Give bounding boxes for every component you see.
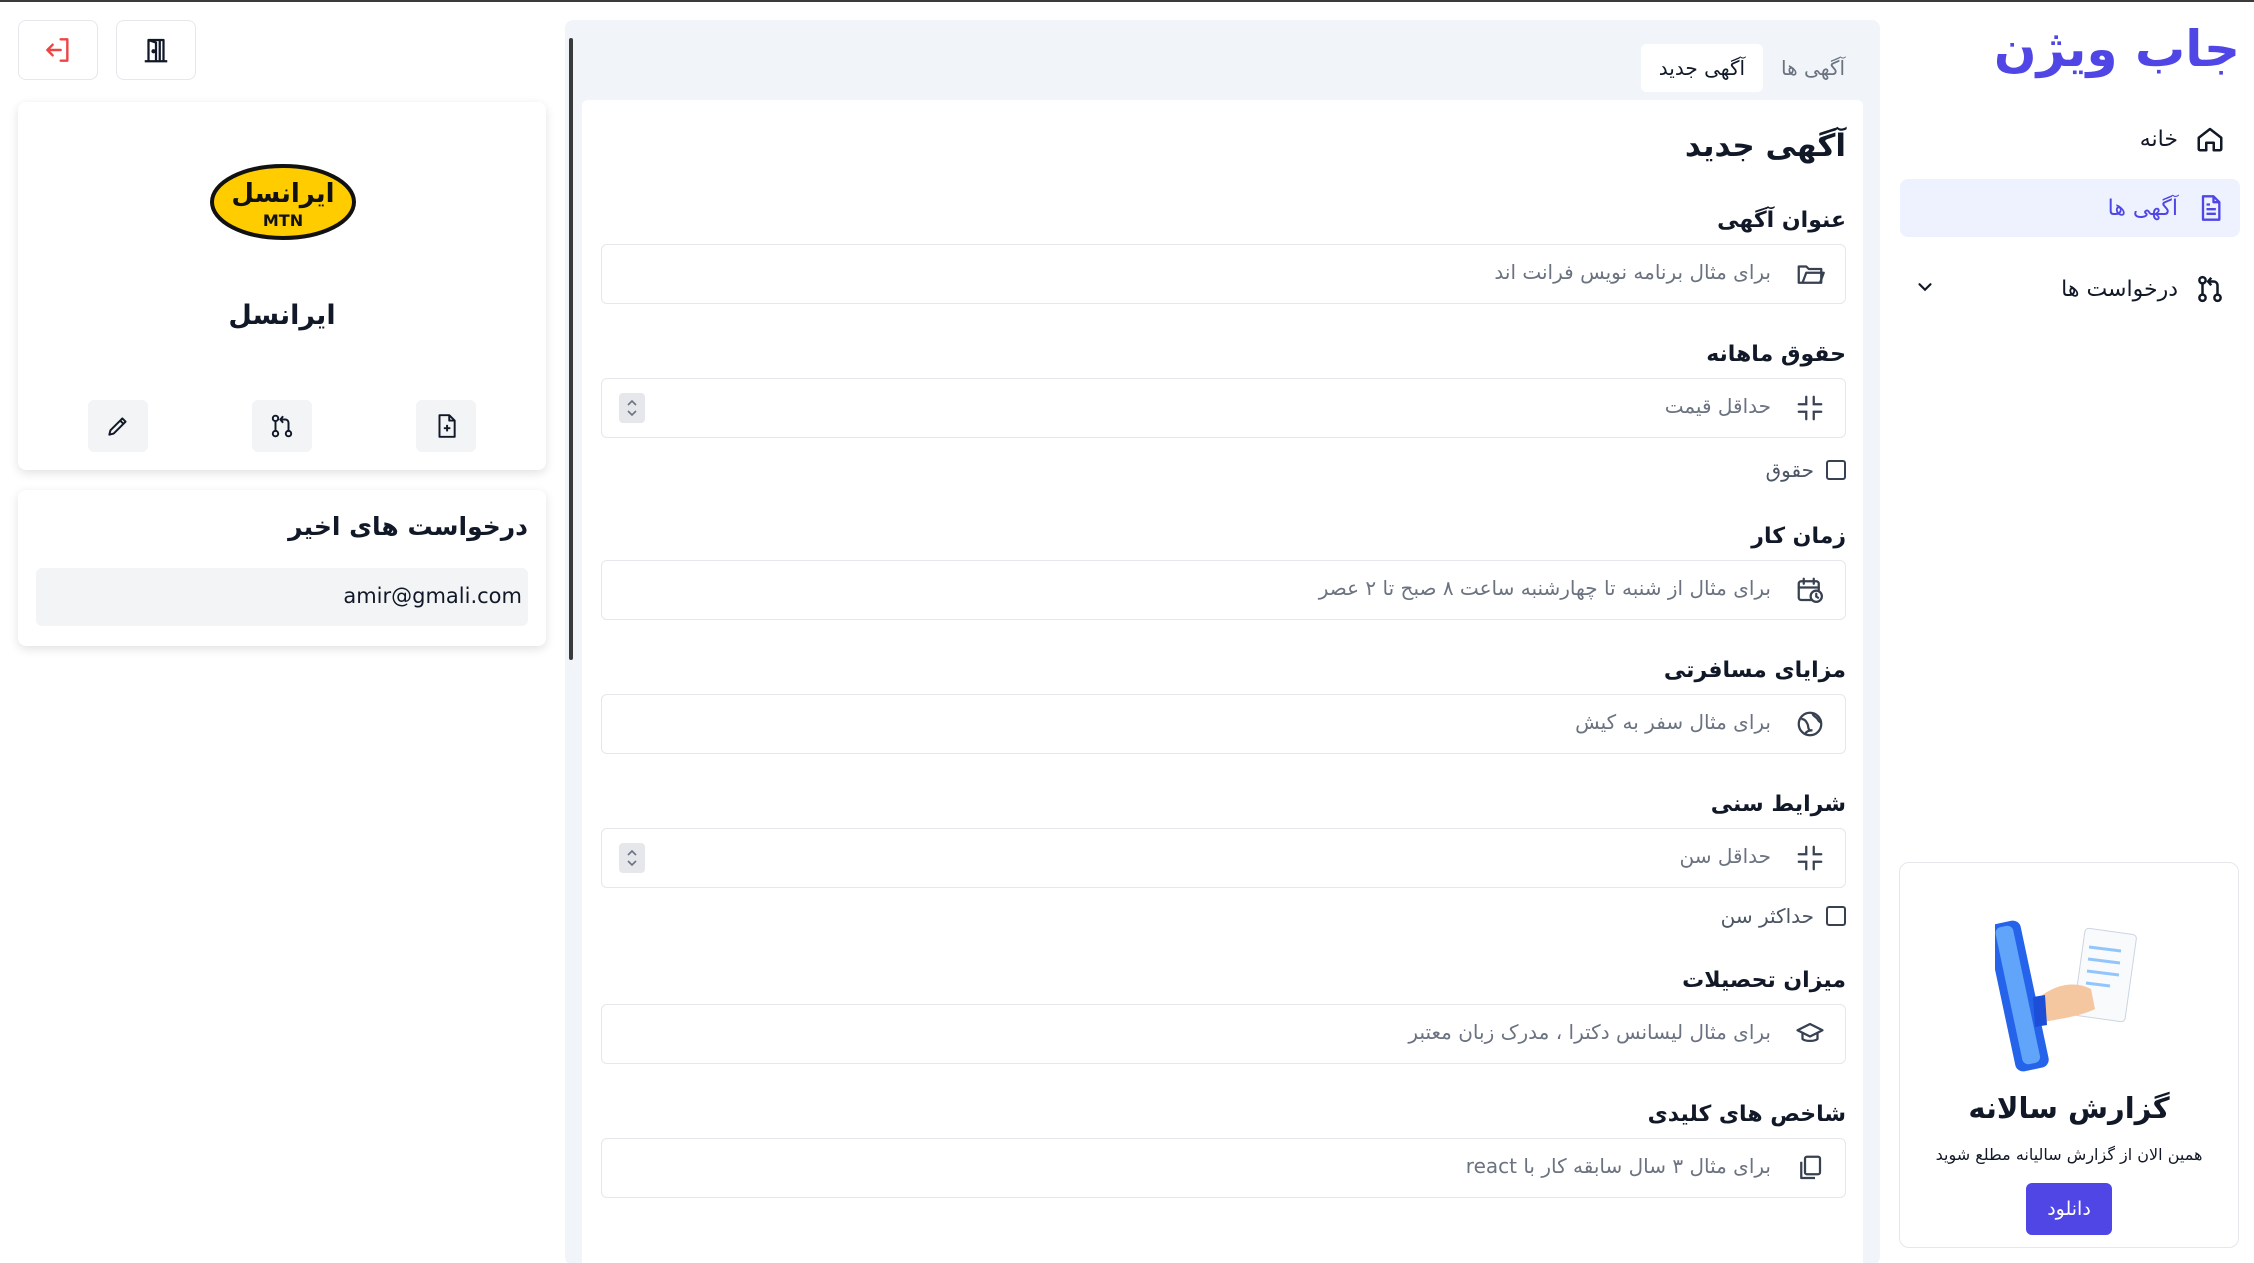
recent-requests-card: درخواست های اخیر amir@gmali.com [18,490,546,646]
placeholder: برای مثال لیسانس دکترا ، مدرک زبان معتبر [1408,1020,1771,1044]
pull-request-icon [269,413,295,439]
company-name: ایرانسل [228,300,336,331]
placeholder: حداقل قیمت [1664,394,1771,418]
field-label-travel: مزایای مسافرتی [1663,658,1846,683]
ad-title-input[interactable]: برای مثال برنامه نویس فرانت اند [601,244,1846,304]
field-label-title: عنوان آگهی [1717,208,1846,233]
add-file-button[interactable] [416,400,476,452]
app-logo[interactable]: جاب ویژن [1994,20,2241,78]
field-label-kpi: شاخص های کلیدی [1647,1102,1846,1127]
recent-requests-title: درخواست های اخیر [288,512,528,541]
max-age-checkbox[interactable]: حداکثر سن [1721,904,1846,928]
company-logo: ایرانسل MTN [210,164,356,240]
home-icon [2194,123,2226,155]
logout-button[interactable] [18,20,98,80]
placeholder: برای مثال ۳ سال سابقه کار با react [1465,1154,1771,1178]
request-email: amir@gmali.com [343,584,522,608]
placeholder: حداقل سن [1679,844,1771,868]
placeholder: برای مثال برنامه نویس فرانت اند [1494,260,1771,284]
kpi-input[interactable]: برای مثال ۳ سال سابقه کار با react [601,1138,1846,1198]
number-stepper[interactable] [619,393,645,423]
salary-checkbox[interactable]: حقوق [1766,458,1846,482]
field-label-age: شرایط سنی [1710,792,1846,817]
new-ad-form: آگهی جدید عنوان آگهی برای مثال برنامه نو… [582,100,1863,1263]
checkbox[interactable] [1826,460,1846,480]
pull-request-icon [2194,273,2226,305]
education-input[interactable]: برای مثال لیسانس دکترا ، مدرک زبان معتبر [601,1004,1846,1064]
checkbox-label: حقوق [1765,458,1814,482]
folder-icon [1795,259,1827,291]
placeholder: برای مثال از شنبه تا چهارشنبه ساعت ۸ صبح… [1318,576,1771,600]
main-panel: آگهی ها آگهی جدید آگهی جدید عنوان آگهی ب… [565,20,1880,1263]
promo-title: گزارش سالانه [1968,1091,2170,1125]
list-item[interactable]: amir@gmali.com [36,568,528,626]
annual-report-card: گزارش سالانه همین الان از گزارش سالیانه … [1899,862,2239,1248]
tab-ads[interactable]: آگهی ها [1763,44,1863,92]
field-label-work-time: زمان کار [1751,524,1846,549]
tab-bar: آگهی ها آگهی جدید [1640,44,1863,92]
download-button[interactable]: دانلود [2026,1183,2112,1235]
sidebar-item-label: درخواست ها [2061,276,2178,302]
graduation-cap-icon [1795,1019,1827,1051]
travel-benefits-input[interactable]: برای مثال سفر به کیش [601,694,1846,754]
field-label-salary: حقوق ماهانه [1706,342,1846,367]
edit-button[interactable] [88,400,148,452]
svg-text:MTN: MTN [263,211,303,230]
sidebar-item-label: خانه [2139,126,2178,152]
salary-min-input[interactable]: حداقل قیمت [601,378,1846,438]
checkbox[interactable] [1826,906,1846,926]
compress-icon [1795,393,1827,425]
sidebar-item-ads[interactable]: آگهی ها [1900,179,2240,237]
chevron-down-icon[interactable] [1914,276,1936,298]
requests-button[interactable] [252,400,312,452]
field-label-education: میزان تحصیلات [1682,968,1846,993]
scrollbar[interactable] [569,38,573,660]
door-button[interactable] [116,20,196,80]
document-icon [2194,192,2226,224]
tab-new-ad[interactable]: آگهی جدید [1640,44,1764,92]
copy-icon [1795,1153,1827,1185]
logout-icon [42,34,74,66]
promo-description: همین الان از گزارش سالیانه مطلع شوید [1935,1145,2203,1164]
company-card: ایرانسل MTN ایرانسل [18,102,546,470]
age-min-input[interactable]: حداقل سن [601,828,1846,888]
file-plus-icon [433,413,459,439]
pencil-icon [105,413,131,439]
calendar-clock-icon [1795,575,1827,607]
checkbox-label: حداکثر سن [1720,904,1814,928]
globe-icon [1795,709,1827,741]
svg-text:ایرانسل: ایرانسل [231,179,334,209]
report-illustration [1995,913,2145,1073]
compress-icon [1795,843,1827,875]
form-title: آگهی جدید [1684,128,1846,164]
sidebar-item-home[interactable]: خانه [1900,110,2240,168]
placeholder: برای مثال سفر به کیش [1575,710,1771,734]
door-icon [141,35,171,65]
sidebar-item-requests[interactable]: درخواست ها [1900,260,2240,318]
work-time-input[interactable]: برای مثال از شنبه تا چهارشنبه ساعت ۸ صبح… [601,560,1846,620]
number-stepper[interactable] [619,843,645,873]
sidebar-item-label: آگهی ها [2107,195,2178,221]
